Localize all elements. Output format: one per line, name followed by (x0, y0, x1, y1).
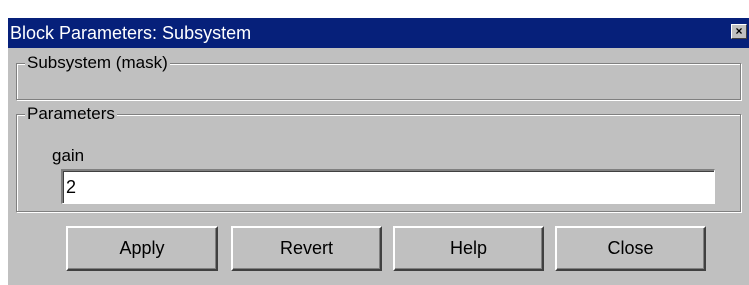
block-parameters-dialog: Block Parameters: Subsystem × Subsystem … (8, 18, 749, 285)
parameters-group-legend: Parameters (25, 103, 117, 125)
revert-button[interactable]: Revert (231, 226, 382, 271)
mask-description-group: Subsystem (mask) (16, 52, 741, 100)
close-button[interactable]: Close (555, 226, 706, 271)
help-button[interactable]: Help (393, 226, 544, 271)
title-bar[interactable]: Block Parameters: Subsystem × (8, 18, 749, 48)
window-title: Block Parameters: Subsystem (10, 23, 252, 43)
gain-label: gain (52, 146, 85, 165)
gain-input[interactable] (61, 169, 715, 204)
mask-group-legend: Subsystem (mask) (25, 52, 170, 74)
apply-button[interactable]: Apply (66, 226, 218, 271)
close-icon[interactable]: × (731, 24, 747, 39)
